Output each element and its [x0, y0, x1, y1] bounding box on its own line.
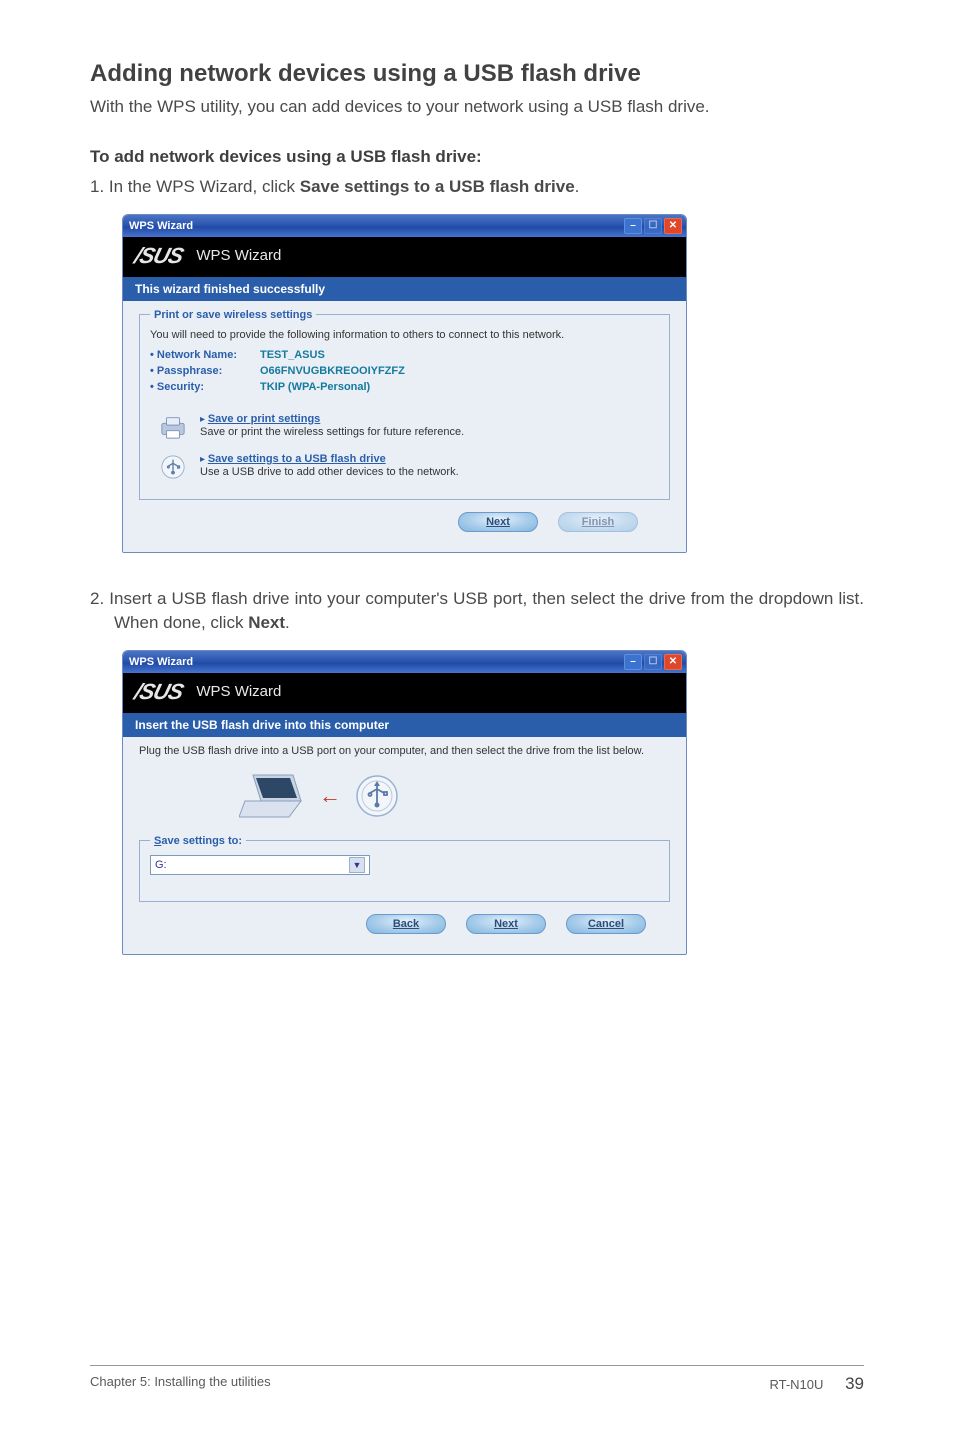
window-title: WPS Wizard [129, 656, 624, 668]
titlebar: WPS Wizard – ☐ ✕ [123, 651, 686, 673]
button-bar: Next Finish [123, 506, 686, 542]
save-print-sub: Save or print the wireless settings for … [200, 426, 464, 438]
wizard-header-title: WPS Wizard [196, 247, 281, 264]
usb-icon [156, 453, 190, 481]
step-2: 2. Insert a USB flash drive into your co… [90, 587, 864, 636]
fieldset-legend: SSave settings to:ave settings to: [150, 835, 246, 847]
step1-bold: Save settings to a USB flash drive [300, 177, 575, 196]
chevron-down-icon[interactable]: ▼ [349, 857, 365, 873]
action-save-usb: ▸ Save settings to a USB flash drive Use… [152, 447, 657, 487]
subsection-heading: To add network devices using a USB flash… [90, 147, 864, 167]
dropdown-value: G: [155, 859, 167, 871]
save-usb-sub: Use a USB drive to add other devices to … [200, 466, 459, 478]
step-1: 1. In the WPS Wizard, click Save setting… [90, 175, 864, 200]
wizard-header: /SUS WPS Wizard [123, 237, 686, 277]
label-passphrase: • Passphrase: [150, 365, 260, 377]
row-network-name: • Network Name: TEST_ASUS [150, 349, 659, 361]
minimize-button[interactable]: – [624, 218, 642, 234]
printer-icon [156, 413, 190, 441]
asus-logo: /SUS [132, 243, 186, 269]
button-bar: Back Next Cancel [123, 908, 686, 944]
label-security: • Security: [150, 381, 260, 393]
asus-logo: /SUS [132, 679, 186, 705]
footer-page-number: 39 [845, 1374, 864, 1393]
print-save-fieldset: Print or save wireless settings You will… [139, 309, 670, 500]
minimize-button[interactable]: – [624, 654, 642, 670]
step2-suffix: . [285, 613, 290, 632]
next-button[interactable]: Next [458, 512, 538, 532]
label-network-name: • Network Name: [150, 349, 260, 361]
footer-chapter: Chapter 5: Installing the utilities [90, 1374, 271, 1394]
fieldset-legend: Print or save wireless settings [150, 309, 316, 321]
value-passphrase: O66FNVUGBKREOOIYFZFZ [260, 365, 405, 377]
window-buttons: – ☐ ✕ [624, 654, 682, 670]
wizard-header-title: WPS Wizard [196, 683, 281, 700]
step2-bold: Next [248, 613, 285, 632]
status-banner: This wizard finished successfully [123, 277, 686, 301]
action-save-print: ▸ Save or print settings Save or print t… [152, 407, 657, 447]
arrow-left-icon: ← [319, 783, 341, 809]
close-button[interactable]: ✕ [664, 654, 682, 670]
wps-wizard-window-2: WPS Wizard – ☐ ✕ /SUS WPS Wizard Insert … [122, 650, 687, 955]
step1-prefix: 1. In the WPS Wizard, click [90, 177, 300, 196]
page-footer: Chapter 5: Installing the utilities RT-N… [90, 1365, 864, 1394]
next-button[interactable]: Next [466, 914, 546, 934]
wizard-header: /SUS WPS Wizard [123, 673, 686, 713]
value-security: TKIP (WPA-Personal) [260, 381, 370, 393]
save-usb-link[interactable]: Save settings to a USB flash drive [208, 453, 386, 465]
back-button[interactable]: Back [366, 914, 446, 934]
save-to-fieldset: SSave settings to:ave settings to: G: ▼ [139, 835, 670, 902]
laptop-usb-illustration: ← [219, 771, 419, 821]
row-passphrase: • Passphrase: O66FNVUGBKREOOIYFZFZ [150, 365, 659, 377]
usb-icon [355, 774, 399, 818]
laptop-icon [239, 771, 305, 821]
cancel-button[interactable]: Cancel [566, 914, 646, 934]
titlebar: WPS Wizard – ☐ ✕ [123, 215, 686, 237]
fieldset-description: You will need to provide the following i… [150, 329, 659, 341]
row-security: • Security: TKIP (WPA-Personal) [150, 381, 659, 393]
maximize-button: ☐ [644, 218, 662, 234]
window-title: WPS Wizard [129, 220, 624, 232]
step1-suffix: . [575, 177, 580, 196]
intro-text: With the WPS utility, you can add device… [90, 96, 864, 119]
save-print-link[interactable]: Save or print settings [208, 413, 320, 425]
drive-dropdown[interactable]: G: ▼ [150, 855, 370, 875]
status-banner: Insert the USB flash drive into this com… [123, 713, 686, 737]
section-heading: Adding network devices using a USB flash… [90, 60, 864, 88]
value-network-name: TEST_ASUS [260, 349, 325, 361]
wps-wizard-window-1: WPS Wizard – ☐ ✕ /SUS WPS Wizard This wi… [122, 214, 687, 553]
finish-button[interactable]: Finish [558, 512, 638, 532]
window-buttons: – ☐ ✕ [624, 218, 682, 234]
maximize-button: ☐ [644, 654, 662, 670]
instruction-text: Plug the USB flash drive into a USB port… [139, 745, 670, 757]
step2-prefix: 2. Insert a USB flash drive into your co… [90, 589, 864, 633]
close-button[interactable]: ✕ [664, 218, 682, 234]
footer-product: RT-N10U [769, 1377, 823, 1392]
